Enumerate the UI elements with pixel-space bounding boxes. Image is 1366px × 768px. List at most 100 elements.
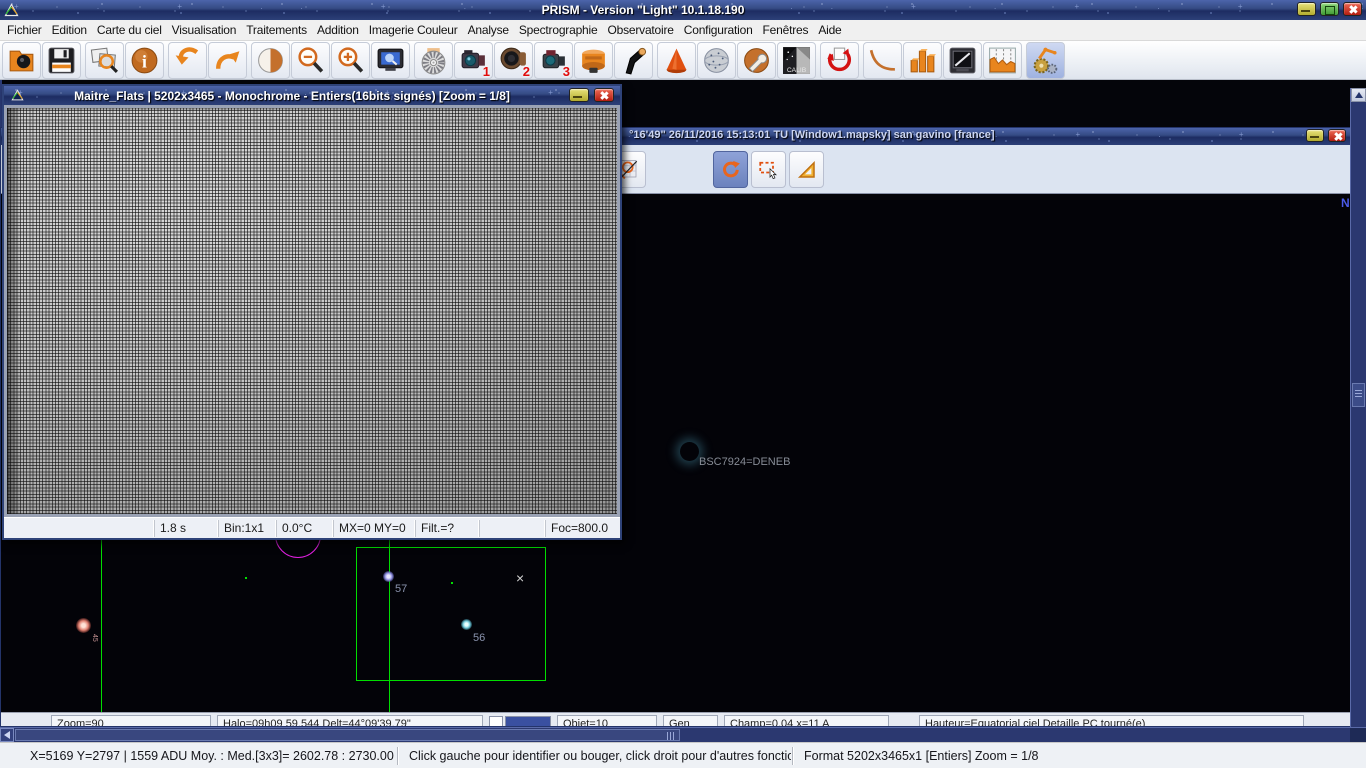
flat-window-title: Maitre_Flats | 5202x3465 - Monochrome - … — [34, 89, 550, 103]
calibration-icon: CALIB — [781, 45, 812, 76]
scroll-up-button[interactable] — [1351, 88, 1366, 102]
main-titlebar: PRISM - Version "Light" 10.1.18.190 — [0, 0, 1366, 20]
histogram-button[interactable] — [983, 42, 1022, 79]
minimize-button[interactable] — [1297, 2, 1316, 16]
green-dot-2 — [245, 577, 247, 579]
focuser-motor-button[interactable] — [574, 42, 613, 79]
turbine-wheel-button[interactable] — [414, 42, 453, 79]
status-format: Format 5202x3465x1 [Entiers] Zoom = 1/8 — [794, 746, 1366, 766]
map-rotate-button[interactable] — [713, 151, 748, 188]
save-button[interactable] — [42, 42, 81, 79]
star-56[interactable] — [461, 619, 472, 630]
menu-traitements[interactable]: Traitements — [241, 20, 312, 40]
horizontal-scrollbar[interactable] — [0, 727, 1366, 742]
app-title: PRISM - Version "Light" 10.1.18.190 — [0, 3, 1286, 17]
flat-window-titlebar[interactable]: Maitre_Flats | 5202x3465 - Monochrome - … — [4, 86, 620, 105]
contrast-button[interactable] — [251, 42, 290, 79]
vertical-scrollbar[interactable] — [1350, 88, 1366, 742]
calib-text: CALIB — [787, 66, 807, 73]
menu-visualisation[interactable]: Visualisation — [167, 20, 242, 40]
flat-field-image[interactable] — [7, 108, 617, 514]
info-button[interactable]: i — [125, 42, 164, 79]
undo-button[interactable] — [168, 42, 207, 79]
menu-configuration[interactable]: Configuration — [679, 20, 758, 40]
map-status-checkbox[interactable] — [489, 716, 503, 726]
menu-fichier[interactable]: Fichier — [2, 20, 47, 40]
flat-image-window: Maitre_Flats | 5202x3465 - Monochrome - … — [2, 84, 622, 540]
menu-analyse[interactable]: Analyse — [463, 20, 514, 40]
star-56-label: 56 — [473, 632, 485, 644]
refresh-acquisition-button[interactable] — [820, 42, 859, 79]
tools-button[interactable] — [737, 42, 776, 79]
turbine-wheel-icon — [418, 45, 449, 76]
star-deneb[interactable] — [680, 442, 699, 461]
bar-chart-icon — [907, 45, 938, 76]
sky-map-close-button[interactable] — [1328, 129, 1346, 142]
menu-edition[interactable]: Edition — [47, 20, 92, 40]
status-separator-2 — [792, 747, 793, 765]
star-red[interactable] — [76, 618, 91, 633]
map-set-square-button[interactable] — [789, 151, 824, 188]
menu-carte-du-ciel[interactable]: Carte du ciel — [92, 20, 167, 40]
main-toolbar: i 1 2 3 CALIB — [0, 41, 1366, 80]
star-57[interactable] — [383, 571, 394, 582]
camera-1-badge: 1 — [483, 65, 490, 78]
scroll-left-button[interactable] — [0, 728, 14, 742]
camera-3-button[interactable]: 3 — [534, 42, 573, 79]
flashlight-button[interactable] — [614, 42, 653, 79]
flat-image-area[interactable] — [4, 105, 620, 517]
map-select-rect-button[interactable] — [751, 151, 786, 188]
image-search-icon — [89, 45, 120, 76]
zoom-in-button[interactable] — [331, 42, 370, 79]
undo-icon — [172, 45, 203, 76]
flat-status-exposure: 1.8 s — [154, 520, 218, 537]
flat-status-filter: Filt.=? — [415, 520, 479, 537]
menu-observatoire[interactable]: Observatoire — [602, 20, 678, 40]
focuser-motor-icon — [578, 45, 609, 76]
zoom-out-button[interactable] — [291, 42, 330, 79]
redo-icon — [212, 45, 243, 76]
flat-status-mxy: MX=0 MY=0 — [333, 520, 415, 537]
redo-button[interactable] — [208, 42, 247, 79]
map-status-gen: Gen — [663, 715, 718, 726]
dome-furnace-button[interactable] — [943, 42, 982, 79]
main-statusbar: X=5169 Y=2797 | 1559 ADU Moy. : Med.[3x3… — [0, 742, 1366, 768]
image-search-button[interactable] — [85, 42, 124, 79]
main-window-controls — [1297, 2, 1362, 16]
menu-spectrographie[interactable]: Spectrographie — [514, 20, 603, 40]
open-image-button[interactable] — [2, 42, 41, 79]
camera-1-button[interactable]: 1 — [454, 42, 493, 79]
menu-imagerie-couleur[interactable]: Imagerie Couleur — [364, 20, 463, 40]
horizontal-scrollbar-thumb[interactable] — [15, 729, 680, 741]
sky-map-window-controls — [1306, 129, 1346, 142]
celestial-sphere-button[interactable] — [697, 42, 736, 79]
camera-2-badge: 2 — [523, 65, 530, 78]
flat-window-statusbar: 1.8 s Bin:1x1 0.0°C MX=0 MY=0 Filt.=? Fo… — [4, 517, 620, 538]
calibration-button[interactable]: CALIB — [777, 42, 816, 79]
prism-app: PRISM - Version "Light" 10.1.18.190 Fich… — [0, 0, 1366, 768]
response-curve-button[interactable] — [863, 42, 902, 79]
mdi-workspace: °16'49" 26/11/2016 15:13:01 TU [Window1.… — [0, 80, 1366, 742]
menu-aide[interactable]: Aide — [813, 20, 846, 40]
bar-chart-button[interactable] — [903, 42, 942, 79]
flashlight-icon — [618, 45, 649, 76]
screen-preview-button[interactable] — [371, 42, 410, 79]
flat-status-spacer2 — [479, 520, 545, 537]
maximize-button[interactable] — [1320, 2, 1339, 16]
flat-status-binning: Bin:1x1 — [218, 520, 276, 537]
camera-2-button[interactable]: 2 — [494, 42, 533, 79]
flat-minimize-button[interactable] — [569, 88, 589, 102]
vertical-scrollbar-thumb[interactable] — [1352, 383, 1365, 407]
flat-close-button[interactable] — [594, 88, 614, 102]
map-status-dropdown[interactable] — [505, 716, 551, 726]
menu-addition[interactable]: Addition — [312, 20, 364, 40]
menu-fenetres[interactable]: Fenêtres — [758, 20, 814, 40]
scroll-up-arrow-icon — [1355, 92, 1363, 98]
prism-logo-icon — [4, 3, 19, 18]
cone-3d-button[interactable] — [657, 42, 696, 79]
flat-window-logo-icon — [11, 89, 24, 102]
close-button[interactable] — [1343, 2, 1362, 16]
automation-robot-button[interactable] — [1026, 42, 1065, 79]
sky-map-minimize-button[interactable] — [1306, 129, 1324, 142]
map-status-objet: Objet=10 — [557, 715, 657, 726]
